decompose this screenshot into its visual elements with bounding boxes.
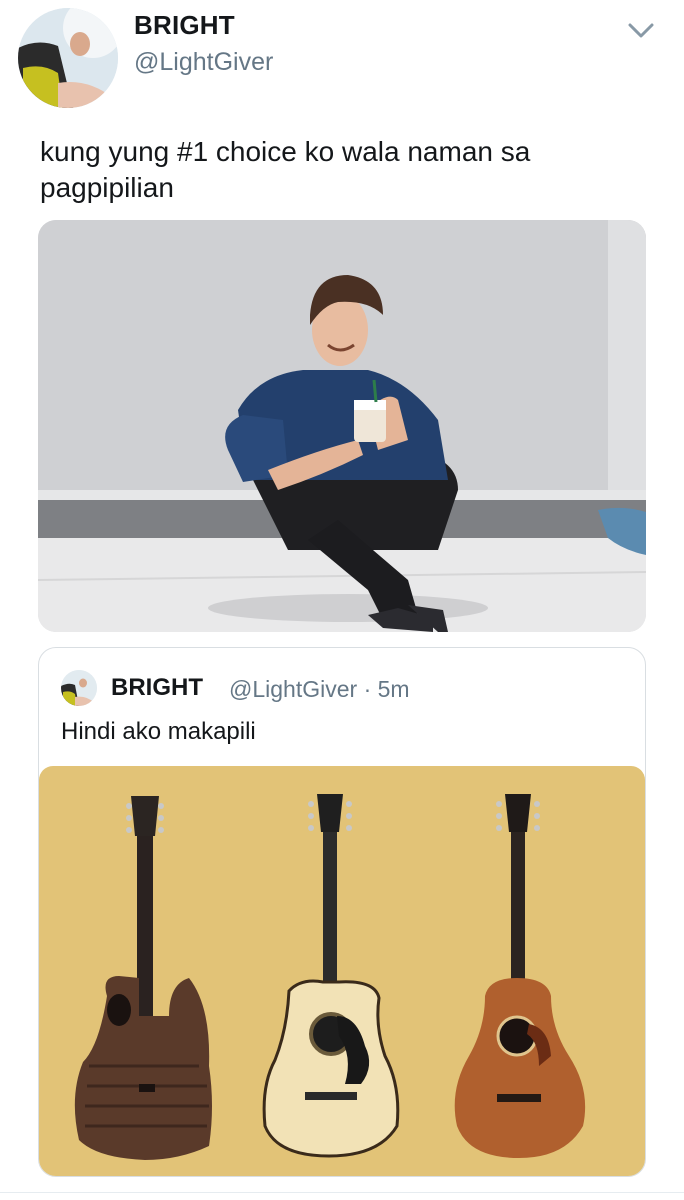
divider xyxy=(0,1192,684,1193)
quoted-tweet[interactable]: BRIGHT @LightGiver · 5m Hindi ako makapi… xyxy=(38,647,646,1177)
user-handle[interactable]: @LightGiver xyxy=(134,48,273,77)
tweet-text: kung yung #1 choice ko wala naman sa pag… xyxy=(40,136,531,203)
display-name[interactable]: BRIGHT xyxy=(134,10,235,41)
avatar[interactable] xyxy=(18,8,118,108)
quoted-display-name[interactable]: BRIGHT xyxy=(111,674,203,702)
chevron-down-icon[interactable] xyxy=(626,18,656,42)
quoted-photo[interactable] xyxy=(39,766,645,1176)
quoted-meta: @LightGiver · 5m xyxy=(229,676,410,702)
quoted-avatar[interactable] xyxy=(61,670,97,706)
quoted-tweet-text: Hindi ako makapili xyxy=(61,718,256,745)
tweet-photo[interactable] xyxy=(38,220,646,632)
